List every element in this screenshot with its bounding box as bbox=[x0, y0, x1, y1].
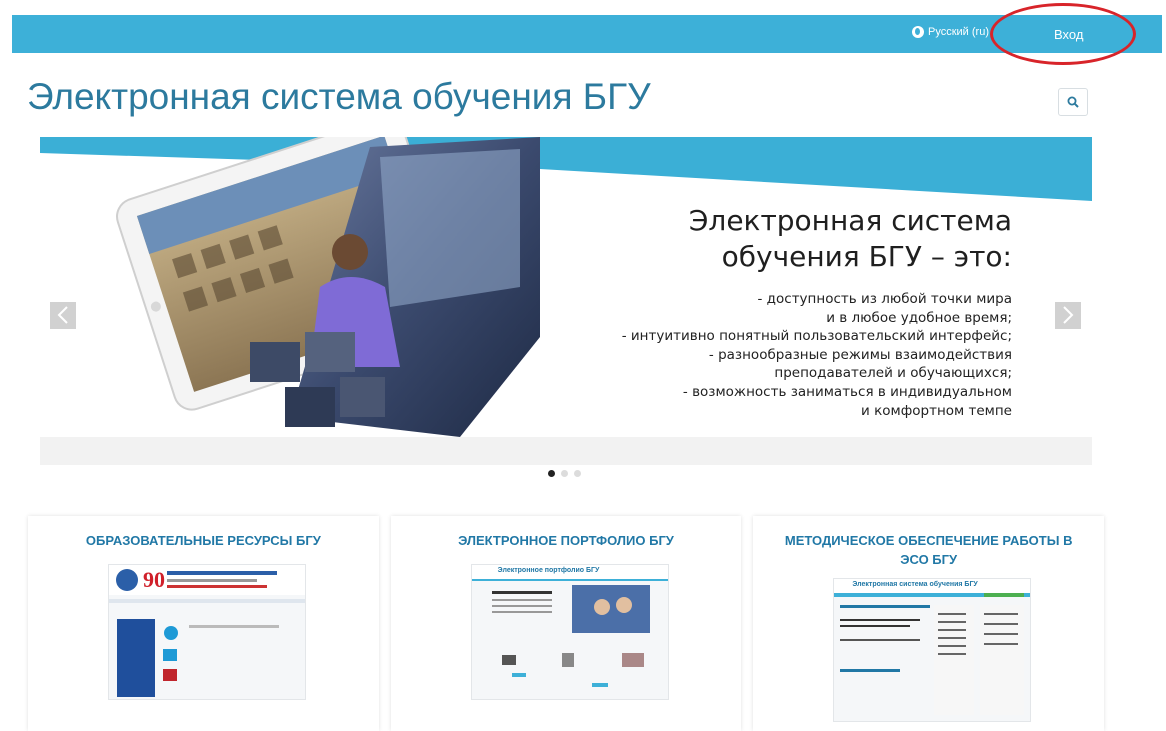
top-navbar: Русский (ru) Вход bbox=[12, 15, 1162, 53]
thumbnail-preview bbox=[109, 565, 305, 697]
slide-heading: Электронная система обучения БГУ – это: bbox=[688, 204, 1012, 273]
slide-list-item: - разнообразные режимы взаимодействия bbox=[708, 346, 1012, 363]
card-educational-resources[interactable]: ОБРАЗОВАТЕЛЬНЫЕ РЕСУРСЫ БГУ 90 bbox=[28, 516, 379, 731]
slide-list-item: - доступность из любой точки мира bbox=[757, 291, 1012, 307]
slider-prev-button[interactable] bbox=[50, 302, 76, 329]
thumbnail-preview bbox=[834, 579, 1031, 715]
search-icon bbox=[1067, 96, 1079, 108]
login-link[interactable]: Вход bbox=[1054, 27, 1083, 42]
slide-list-item: и в любое удобное время; bbox=[826, 309, 1012, 326]
thumbnail-caption: Электронное портфолио БГУ bbox=[497, 567, 600, 574]
card-methodological-support[interactable]: МЕТОДИЧЕСКОЕ ОБЕСПЕЧЕНИЕ РАБОТЫ В ЭСО БГ… bbox=[753, 516, 1105, 731]
anniversary-badge: 90 bbox=[143, 567, 165, 592]
slide-list-item: - возможность заниматься в индивидуально… bbox=[682, 383, 1012, 400]
slide-benefits-list: - доступность из любой точки мира и в лю… bbox=[452, 290, 1012, 420]
image-slider: Электронная система обучения БГУ – это: … bbox=[40, 137, 1092, 465]
card-electronic-portfolio[interactable]: ЭЛЕКТРОННОЕ ПОРТФОЛИО БГУ Электронное по… bbox=[390, 516, 742, 731]
search-button[interactable] bbox=[1058, 88, 1088, 116]
thumbnail-caption: Электронная система обучения БГУ bbox=[852, 581, 978, 588]
thumbnail-preview bbox=[471, 565, 668, 687]
slide-list-item: преподавателей и обучающихся; bbox=[774, 365, 1012, 382]
language-label: Русский (ru) bbox=[928, 26, 989, 38]
card-thumbnail[interactable]: Электронное портфолио БГУ bbox=[470, 564, 669, 700]
slider-dot-2[interactable] bbox=[561, 470, 568, 477]
site-title: Электронная система обучения БГУ bbox=[27, 76, 651, 117]
card-title[interactable]: МЕТОДИЧЕСКОЕ ОБЕСПЕЧЕНИЕ РАБОТЫ В ЭСО БГ… bbox=[753, 531, 1104, 569]
slider-dot-1[interactable] bbox=[548, 470, 555, 477]
card-thumbnail[interactable]: 90 bbox=[108, 564, 306, 700]
card-thumbnail[interactable]: Электронная система обучения БГУ bbox=[833, 578, 1032, 722]
chevron-left-icon bbox=[57, 306, 68, 324]
chevron-right-icon bbox=[1063, 306, 1074, 324]
slider-dot-3[interactable] bbox=[574, 470, 581, 477]
slider-indicators bbox=[548, 470, 581, 477]
language-menu[interactable]: Русский (ru) bbox=[912, 26, 989, 38]
globe-icon bbox=[912, 26, 924, 38]
card-title[interactable]: ЭЛЕКТРОННОЕ ПОРТФОЛИО БГУ bbox=[391, 531, 742, 550]
slide-list-item: - интуитивно понятный пользовательский и… bbox=[621, 328, 1012, 345]
slider-next-button[interactable] bbox=[1055, 302, 1081, 329]
resource-cards: ОБРАЗОВАТЕЛЬНЫЕ РЕСУРСЫ БГУ 90 ЭЛЕКТРОНН… bbox=[28, 516, 1105, 731]
card-title[interactable]: ОБРАЗОВАТЕЛЬНЫЕ РЕСУРСЫ БГУ bbox=[28, 531, 379, 550]
slide-list-item: и комфортном темпе bbox=[861, 402, 1012, 419]
